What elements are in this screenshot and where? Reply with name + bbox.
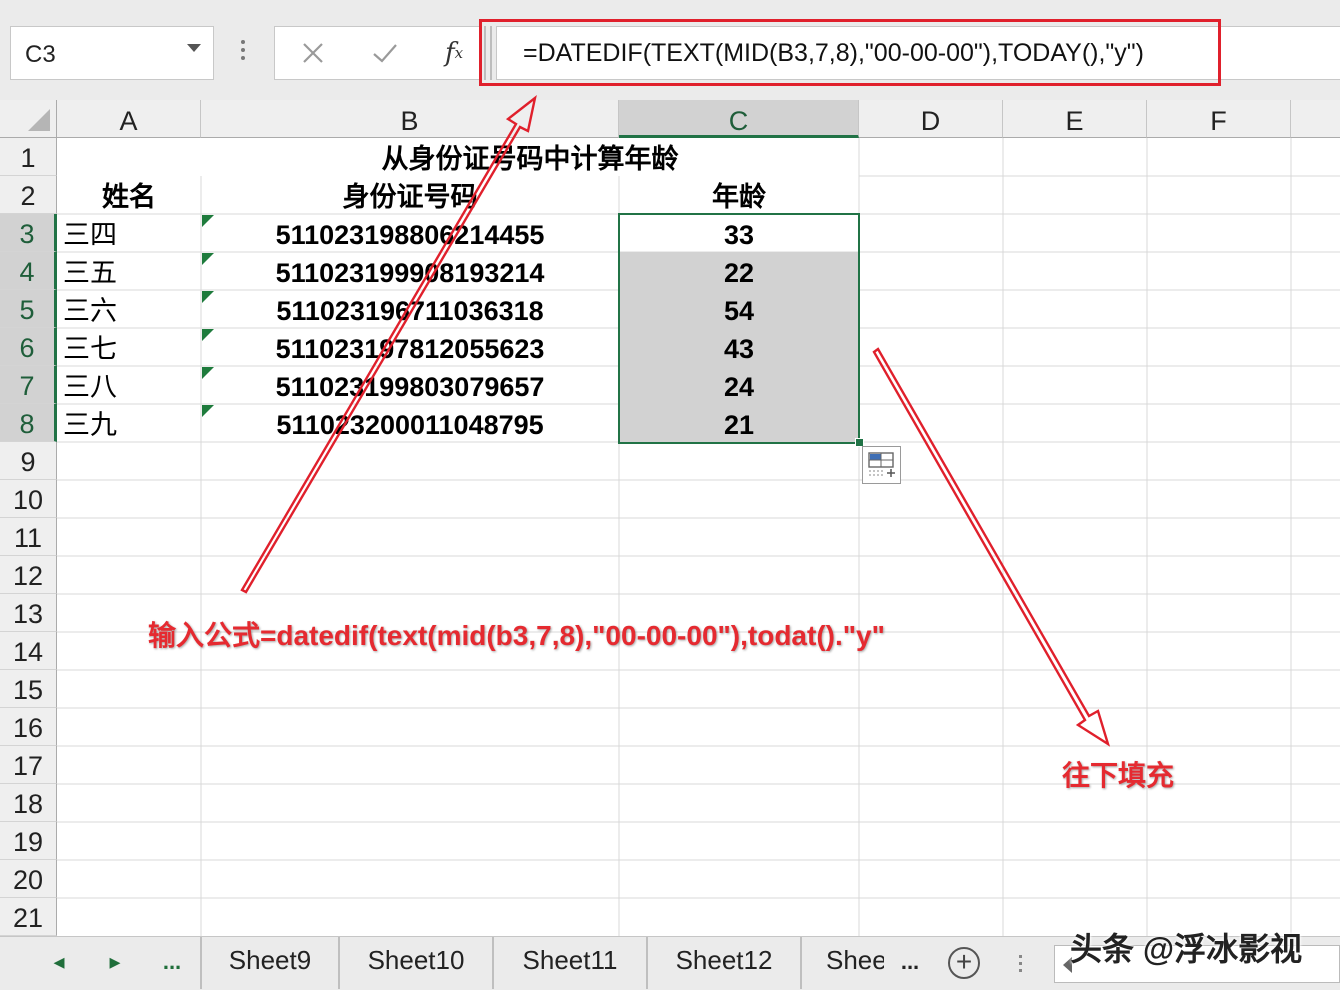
row-header-10[interactable]: 10 [0, 480, 57, 518]
id-cell[interactable]: 511023200011048795 [201, 404, 619, 442]
name-cell[interactable]: 三五 [63, 252, 199, 290]
row-header-5[interactable]: 5 [0, 290, 57, 328]
header-id[interactable]: 身份证号码 [201, 176, 619, 214]
column-header-d[interactable]: D [859, 100, 1003, 138]
more-options-icon[interactable] [236, 36, 250, 70]
row-header-18[interactable]: 18 [0, 784, 57, 822]
row-header-8[interactable]: 8 [0, 404, 57, 442]
age-cell[interactable]: 43 [619, 328, 859, 366]
tab-splitter-icon[interactable] [1014, 951, 1026, 981]
name-cell[interactable]: 三六 [63, 290, 199, 328]
title-cell[interactable]: 从身份证号码中计算年龄 [201, 138, 859, 176]
auto-fill-options-button[interactable] [862, 446, 901, 484]
cancel-icon[interactable] [289, 27, 337, 79]
row-header-20[interactable]: 20 [0, 860, 57, 898]
fx-label: f [444, 38, 455, 68]
tab-sheet9[interactable]: Sheet9 [200, 937, 340, 989]
name-cell[interactable]: 三九 [63, 404, 199, 442]
tab-more-right[interactable]: ... [892, 937, 928, 990]
row-header-19[interactable]: 19 [0, 822, 57, 860]
age-cell[interactable]: 33 [619, 214, 859, 252]
id-cell[interactable]: 511023197812055623 [201, 328, 619, 366]
select-all-button[interactable] [0, 100, 57, 138]
add-sheet-icon[interactable]: + [948, 947, 980, 979]
tab-next-icon[interactable]: ▸ [100, 937, 130, 990]
header-age[interactable]: 年龄 [619, 176, 859, 214]
row-header-4[interactable]: 4 [0, 252, 57, 290]
name-box-value: C3 [25, 41, 56, 68]
tab-more-left[interactable]: ... [152, 937, 192, 990]
name-box[interactable]: C3 [10, 26, 214, 80]
row-header-2[interactable]: 2 [0, 176, 57, 214]
age-cell[interactable]: 24 [619, 366, 859, 404]
tab-sheet11[interactable]: Sheet11 [494, 937, 648, 989]
fx-sub: x [454, 44, 464, 62]
formula-buttons: fx [274, 26, 480, 80]
age-cell[interactable]: 21 [619, 404, 859, 442]
row-header-7[interactable]: 7 [0, 366, 57, 404]
name-cell[interactable]: 三八 [63, 366, 199, 404]
row-header-3[interactable]: 3 [0, 214, 57, 252]
age-cell[interactable]: 22 [619, 252, 859, 290]
tab-sheet12[interactable]: Sheet12 [648, 937, 802, 989]
age-cell[interactable]: 54 [619, 290, 859, 328]
row-header-13[interactable]: 13 [0, 594, 57, 632]
tab-sheet10[interactable]: Sheet10 [340, 937, 494, 989]
column-header-f[interactable]: F [1147, 100, 1291, 138]
name-cell[interactable]: 三七 [63, 328, 199, 366]
name-cell[interactable]: 三四 [63, 214, 199, 252]
watermark: 头条 @浮冰影视 [1070, 931, 1303, 967]
tab-prev-icon[interactable]: ◂ [44, 937, 74, 990]
formula-highlight-box [479, 19, 1221, 86]
row-header-14[interactable]: 14 [0, 632, 57, 670]
row-header-6[interactable]: 6 [0, 328, 57, 366]
column-header-c[interactable]: C [619, 100, 859, 138]
check-icon[interactable] [361, 27, 409, 79]
row-header-16[interactable]: 16 [0, 708, 57, 746]
column-header-b[interactable]: B [201, 100, 619, 138]
row-header-17[interactable]: 17 [0, 746, 57, 784]
chevron-down-icon[interactable] [187, 44, 201, 52]
row-header-9[interactable]: 9 [0, 442, 57, 480]
formula-bar: C3 fx =DATEDIF(TEXT(MID(B3,7,8),"00-00-0… [0, 0, 1340, 100]
header-name[interactable]: 姓名 [57, 176, 201, 214]
tab-sheet-partial[interactable]: Shee [802, 937, 884, 989]
fill-down-annotation: 往下填充 [1062, 760, 1175, 791]
row-header-15[interactable]: 15 [0, 670, 57, 708]
insert-function-icon[interactable]: fx [429, 27, 479, 79]
id-cell[interactable]: 511023199908193214 [201, 252, 619, 290]
formula-annotation: 输入公式=datedif(text(mid(b3,7,8),"00-00-00"… [148, 620, 885, 651]
row-header-11[interactable]: 11 [0, 518, 57, 556]
id-cell[interactable]: 511023199803079657 [201, 366, 619, 404]
column-header-a[interactable]: A [57, 100, 201, 138]
column-header-e[interactable]: E [1003, 100, 1147, 138]
row-header-1[interactable]: 1 [0, 138, 57, 176]
id-cell[interactable]: 511023198806214455 [201, 214, 619, 252]
id-cell[interactable]: 511023196711036318 [201, 290, 619, 328]
auto-fill-icon [868, 452, 895, 477]
column-header-g[interactable] [1291, 100, 1340, 138]
row-header-12[interactable]: 12 [0, 556, 57, 594]
row-header-21[interactable]: 21 [0, 898, 57, 936]
